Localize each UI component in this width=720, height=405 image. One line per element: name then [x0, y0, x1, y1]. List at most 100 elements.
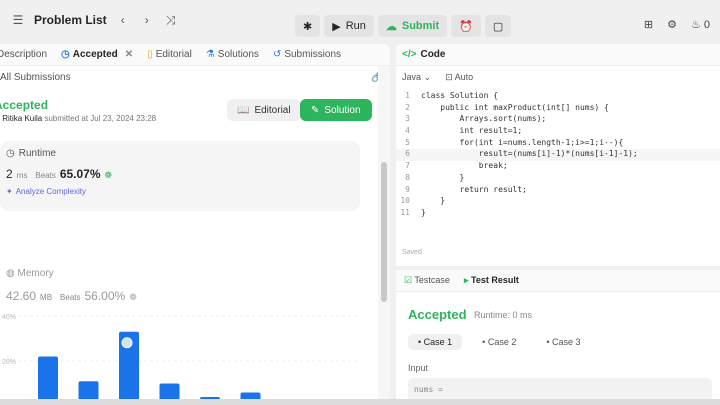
code-line[interactable]: 9 return result;	[396, 185, 720, 197]
left-scrollbar[interactable]	[378, 66, 390, 405]
tab-description-label: Description	[0, 49, 48, 60]
timer-button[interactable]: ⏰	[451, 15, 481, 37]
editorial-button[interactable]: 📖 Editorial	[227, 99, 301, 121]
history-icon: ↺	[272, 49, 282, 60]
code-line[interactable]: 3 Arrays.sort(nums);	[396, 114, 720, 126]
tab-submissions[interactable]: ↺ Submissions	[273, 49, 341, 60]
result-panel: ☑ Testcase ▸ Test Result Accepted Runtim…	[396, 270, 720, 405]
topbar-actions: ✱ ▶ Run ☁ Submit ⏰ ▢	[295, 15, 512, 37]
problem-list-icon[interactable]: ☰	[10, 12, 26, 28]
submission-status: Accepted	[0, 98, 49, 112]
all-submissions-label: All Submissions	[0, 72, 71, 83]
case-tab-1[interactable]: • Case 1	[408, 334, 463, 350]
tab-testcase-label: Testcase	[414, 275, 450, 285]
bug-icon: ✱	[303, 20, 313, 33]
code-text: public int maxProduct(int[] nums) {	[421, 102, 609, 112]
memory-beats-percent: 56.00%	[84, 289, 126, 303]
author-name[interactable]: Ritika Kuila	[2, 114, 42, 123]
chevron-left-icon[interactable]: ‹	[115, 12, 131, 28]
runtime-unit: ms	[16, 171, 28, 180]
code-line[interactable]: 2 public int maxProduct(int[] nums) {	[396, 103, 720, 115]
checkbox-icon: ☑	[404, 275, 413, 285]
code-line[interactable]: 7 break;	[396, 161, 720, 173]
clock-icon: ◷	[6, 148, 15, 159]
memory-beats-label: Beats	[60, 293, 81, 302]
language-select[interactable]: Java ⌄	[402, 72, 431, 83]
chart-bar[interactable]	[38, 356, 58, 405]
tab-testcase[interactable]: ☑ Testcase	[404, 275, 450, 286]
submitter-info: Ritika Kuila submitted at Jul 23, 2024 2…	[0, 114, 156, 123]
code-line[interactable]: 11}	[396, 208, 720, 220]
line-number: 8	[405, 172, 410, 182]
code-line[interactable]: 1 class Solution {	[396, 91, 720, 103]
solution-button-label: Solution	[324, 104, 361, 116]
code-line[interactable]: 10 }	[396, 196, 720, 208]
tab-solutions[interactable]: ⚗ Solutions	[206, 49, 259, 60]
notes-button[interactable]: ▢	[484, 15, 512, 37]
runtime-label: ◷ Runtime	[6, 148, 56, 159]
streak-counter[interactable]: ♨ 0	[691, 18, 710, 31]
edit-icon: ✎	[311, 104, 320, 116]
submission-detail: All Submissions 🔗 Accepted Ritika Kuila …	[0, 66, 378, 405]
language-label: Java	[402, 71, 422, 82]
submit-button[interactable]: ☁ Submit	[377, 15, 448, 37]
result-status: Accepted	[408, 307, 467, 322]
auto-mode[interactable]: ⊡ Auto	[445, 72, 473, 83]
share-link-icon[interactable]: 🔗	[371, 72, 378, 83]
left-tabs: Description ◷ Accepted ✕ ▯ Editorial ⚗ Solut…	[0, 44, 390, 66]
streak-count: 0	[703, 19, 710, 31]
tab-test-result[interactable]: ▸ Test Result	[464, 275, 519, 286]
alarm-icon: ⏰	[459, 20, 473, 33]
code-line[interactable]: 5 for(int i=nums.length-1;i>=1;i--){	[396, 138, 720, 150]
result-tabs: ☑ Testcase ▸ Test Result	[396, 270, 720, 292]
memory-label-text: Memory	[17, 268, 54, 279]
code-line[interactable]: 6 result=(nums[i]-1)*(nums[i-1]-1);	[396, 149, 720, 162]
runtime-distribution-chart[interactable]: 40% 20%	[0, 306, 360, 405]
submit-label: Submit	[401, 20, 440, 32]
line-number: 4	[405, 126, 410, 136]
solution-button[interactable]: ✎ Solution	[300, 99, 372, 121]
line-number: 3	[405, 114, 410, 124]
case-tab-2[interactable]: • Case 2	[472, 334, 526, 350]
code-line[interactable]: 8 }	[396, 173, 720, 185]
tab-description[interactable]: Description	[0, 49, 47, 60]
code-panel: </> Code Java ⌄ ⊡ Auto 1 class Solution {…	[396, 44, 720, 266]
shuffle-icon[interactable]: ⤨	[163, 12, 179, 28]
top-navbar: ☰ Problem List ‹ › ⤨ ✱ ▶ Run ☁ Submit ⏰ ▢ …	[0, 0, 720, 40]
runtime-card[interactable]: ◷ Runtime 2 ms Beats 65.07% ❁ ✦ Analyze Co…	[0, 141, 360, 211]
line-number: 1	[405, 91, 410, 100]
case-tabs: • Case 1 • Case 2 • Case 3	[408, 334, 591, 350]
tab-accepted[interactable]: ◷ Accepted ✕	[61, 49, 133, 60]
chevron-down-icon: ⌄	[423, 71, 432, 82]
cloud-upload-icon: ☁	[385, 20, 397, 33]
case-tab-3[interactable]: • Case 3	[536, 334, 590, 350]
line-number: 6	[405, 149, 410, 159]
analyze-complexity-link[interactable]: ✦ Analyze Complexity	[6, 187, 86, 196]
code-text: }	[421, 207, 426, 217]
chevron-right-icon[interactable]: ›	[139, 12, 155, 28]
line-number: 7	[405, 161, 410, 171]
line-number: 2	[405, 102, 410, 112]
scrollbar-thumb[interactable]	[381, 162, 387, 302]
code-header-title: Code	[420, 49, 446, 60]
runtime-label-text: Runtime	[18, 148, 56, 159]
all-submissions-link[interactable]: All Submissions	[0, 72, 71, 83]
close-icon[interactable]: ✕	[125, 49, 133, 60]
chip-icon: ◍	[6, 268, 15, 279]
layout-grid-icon[interactable]: ⊞	[644, 18, 653, 31]
terminal-icon: ▸	[463, 275, 469, 285]
run-button[interactable]: ▶ Run	[324, 15, 374, 37]
debug-button[interactable]: ✱	[295, 15, 321, 37]
problem-list-link[interactable]: Problem List	[34, 13, 107, 27]
runtime-beats-label: Beats	[35, 171, 56, 180]
topbar-left: ☰ Problem List ‹ › ⤨	[0, 12, 179, 28]
note-icon: ▢	[492, 20, 504, 33]
left-panel: Description ◷ Accepted ✕ ▯ Editorial ⚗ Solut…	[0, 44, 390, 405]
line-number: 10	[400, 196, 410, 206]
code-line[interactable]: 4 int result=1;	[396, 126, 720, 138]
tab-editorial[interactable]: ▯ Editorial	[147, 49, 192, 60]
memory-unit: MB	[40, 293, 53, 302]
code-editor[interactable]: 1 class Solution {2 public int maxProduct…	[396, 91, 720, 220]
saved-status: Saved	[402, 249, 422, 256]
settings-gear-icon[interactable]: ⚙	[667, 18, 677, 31]
